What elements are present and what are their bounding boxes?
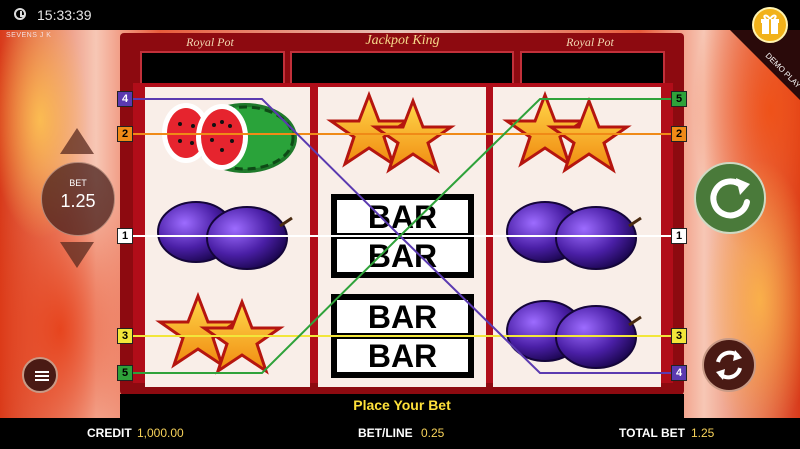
payline-badge-right: 3	[671, 328, 687, 344]
bet-display: BET 1.25	[41, 162, 115, 236]
credit-value: 1,000.00	[137, 426, 184, 440]
payline-badge-left: 5	[117, 365, 133, 381]
menu-button[interactable]	[22, 357, 58, 393]
spin-button[interactable]	[694, 162, 766, 234]
autoplay-button[interactable]	[702, 338, 756, 392]
payline-badge-right: 4	[671, 365, 687, 381]
payline-badge-right: 1	[671, 228, 687, 244]
credit-label: CREDIT	[87, 426, 132, 440]
message-strip: Place Your Bet	[120, 394, 684, 418]
bottom-status-bar: CREDIT 1,000.00 BET/LINE 0.25 TOTAL BET …	[0, 418, 800, 449]
totalbet-value: 1.25	[691, 426, 715, 440]
message-text: Place Your Bet	[353, 397, 451, 413]
arrow-up-icon[interactable]	[60, 128, 94, 154]
paylines-layer	[132, 98, 672, 374]
autoplay-icon	[716, 350, 742, 380]
payline-badge-right: 2	[671, 126, 687, 142]
payline-badge-right: 5	[671, 91, 687, 107]
spin-icon	[710, 178, 750, 219]
menu-icon	[35, 371, 49, 373]
payline-badge-left: 3	[117, 328, 133, 344]
bet-label: BET	[69, 178, 87, 188]
payline-badge-left: 2	[117, 126, 133, 142]
betline-label: BET/LINE	[358, 426, 413, 440]
payline-badge-left: 4	[117, 91, 133, 107]
totalbet-label: TOTAL BET	[619, 426, 685, 440]
gift-icon	[761, 14, 779, 34]
gift-button[interactable]	[752, 7, 788, 43]
bet-value: 1.25	[60, 191, 96, 211]
betline-value: 0.25	[421, 426, 445, 440]
arrow-down-icon[interactable]	[60, 242, 94, 268]
payline-badge-left: 1	[117, 228, 133, 244]
